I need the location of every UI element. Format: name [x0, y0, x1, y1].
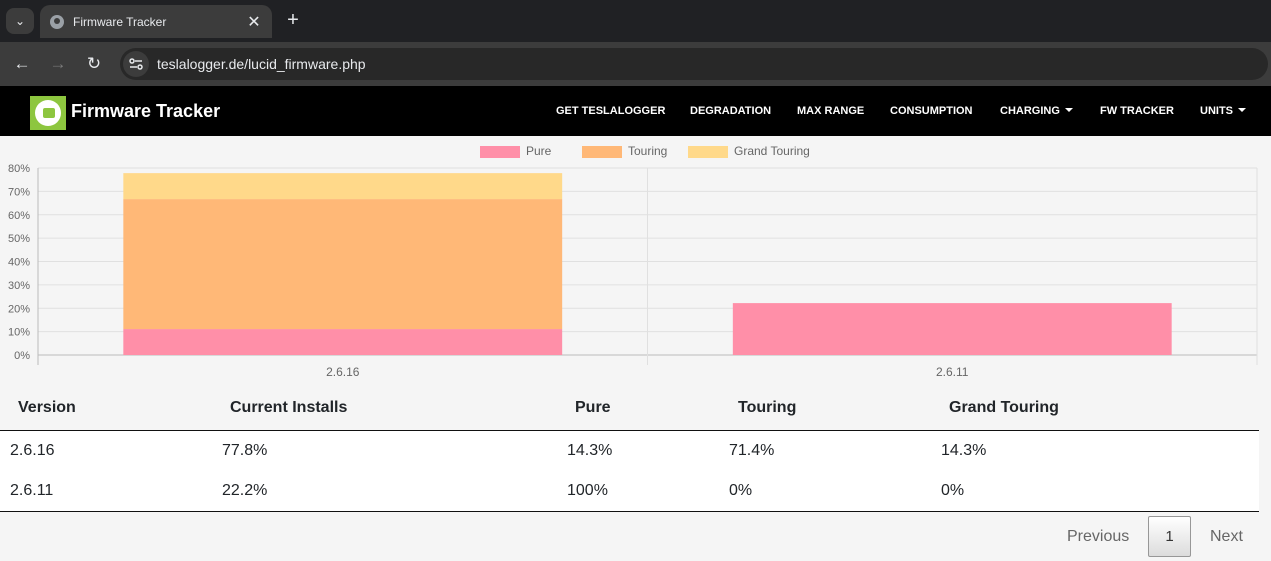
address-bar[interactable]: teslalogger.de/lucid_firmware.php [120, 48, 1268, 80]
legend-swatch [480, 146, 520, 158]
browser-tab[interactable]: Firmware Tracker ✕ [40, 5, 272, 38]
header-touring[interactable]: Touring [738, 399, 796, 417]
firmware-chart: Pure Touring Grand Touring 0% 10% 20% 30% 40% 50… [0, 136, 1271, 380]
stacked-bar-chart: Pure Touring Grand Touring 0% 10% 20% 30% 40% 50… [8, 144, 1258, 379]
brand-logo-icon[interactable] [30, 96, 66, 130]
cell-current-installs: 22.2% [222, 482, 268, 499]
back-arrow-icon[interactable]: ← [11, 53, 33, 75]
pagination-previous[interactable]: Previous [1067, 528, 1129, 546]
x-tick-label: 2.6.11 [936, 365, 969, 379]
y-tick-label: 30% [8, 280, 30, 292]
nav-fw-tracker[interactable]: FW TRACKER [1100, 105, 1174, 117]
cell-pure: 100% [567, 482, 608, 499]
cell-grand-touring: 14.3% [941, 442, 987, 459]
cell-pure: 14.3% [567, 442, 613, 459]
nav-max-range[interactable]: MAX RANGE [797, 105, 864, 117]
dropdown-caret-icon [1238, 108, 1246, 112]
nav-units[interactable]: UNITS [1200, 105, 1246, 117]
site-settings-icon[interactable] [123, 51, 149, 77]
cell-grand-touring: 0% [941, 482, 965, 499]
header-pure[interactable]: Pure [575, 399, 611, 417]
legend-swatch [582, 146, 622, 158]
nav-degradation[interactable]: DEGRADATION [690, 105, 771, 117]
y-tick-label: 20% [8, 303, 30, 315]
legend-swatch [688, 146, 728, 158]
cell-touring: 0% [729, 482, 753, 499]
header-version[interactable]: Version [18, 399, 76, 417]
bar-segment [123, 173, 563, 200]
pagination-page-1[interactable]: 1 [1148, 516, 1191, 557]
legend-label: Touring [628, 144, 667, 158]
cell-current-installs: 77.8% [222, 442, 268, 459]
bar-segment [123, 329, 563, 355]
reload-icon[interactable]: ↻ [83, 53, 105, 75]
browser-toolbar: ← → ↻ teslalogger.de/lucid_firmware.php [0, 42, 1271, 86]
table-body [0, 431, 1259, 511]
pagination-next[interactable]: Next [1210, 528, 1243, 546]
nav-get-teslalogger[interactable]: GET TESLALOGGER [556, 105, 665, 117]
header-current-installs[interactable]: Current Installs [230, 399, 347, 417]
y-tick-label: 10% [8, 327, 30, 339]
y-tick-label: 60% [8, 210, 30, 222]
tab-title: Firmware Tracker [73, 14, 167, 29]
legend-label: Pure [526, 144, 552, 158]
forward-arrow-icon[interactable]: → [47, 53, 69, 75]
y-tick-label: 70% [8, 186, 30, 198]
x-tick-label: 2.6.16 [326, 365, 360, 379]
nav-consumption[interactable]: CONSUMPTION [890, 105, 973, 117]
url-text: teslalogger.de/lucid_firmware.php [157, 56, 366, 72]
tab-search-chevron-icon[interactable]: ⌄ [6, 8, 34, 34]
new-tab-plus-icon[interactable]: + [282, 9, 304, 31]
browser-tab-bar: ⌄ Firmware Tracker ✕ + [0, 0, 1271, 42]
legend-label: Grand Touring [734, 144, 810, 158]
dropdown-caret-icon [1064, 108, 1073, 112]
y-tick-label: 50% [8, 233, 30, 245]
cell-version: 2.6.11 [10, 482, 54, 499]
y-tick-label: 0% [14, 350, 30, 362]
brand-name[interactable]: Firmware Tracker [71, 101, 220, 122]
nav-charging[interactable]: CHARGING [1000, 105, 1073, 117]
favicon-icon [50, 14, 64, 29]
header-grand-touring[interactable]: Grand Touring [949, 399, 1059, 417]
cell-version: 2.6.16 [10, 442, 55, 459]
y-tick-label: 80% [8, 163, 30, 175]
bar-segment [732, 303, 1172, 355]
cell-touring: 71.4% [729, 442, 775, 459]
y-tick-label: 40% [8, 257, 30, 269]
tab-close-icon[interactable]: ✕ [242, 12, 266, 32]
table-bottom-divider [0, 511, 1259, 512]
bar-segment [123, 199, 563, 330]
